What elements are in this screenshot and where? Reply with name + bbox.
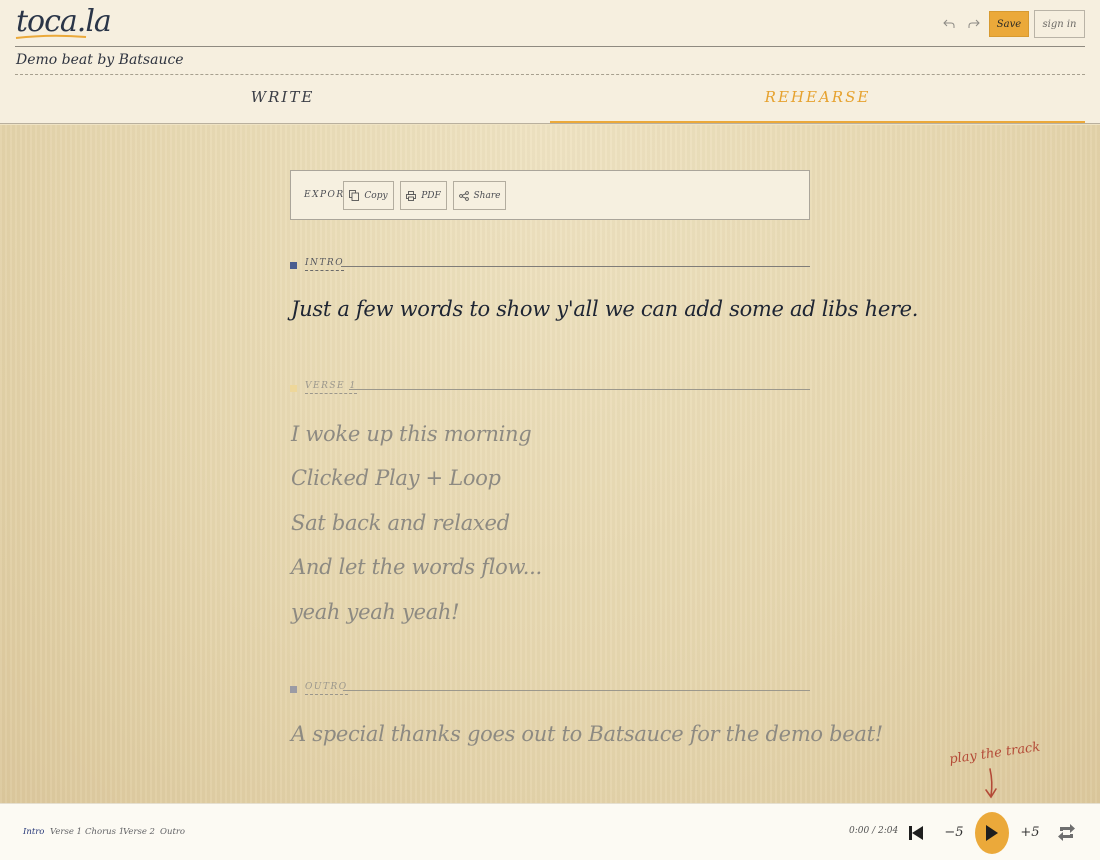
copy-icon [349,190,360,201]
lyric-line[interactable]: Sat back and relaxed [291,511,510,535]
section-rule [341,266,810,267]
play-button[interactable] [975,812,1009,854]
section-header-verse-1: VERSE 1 [290,380,810,400]
section-rule [343,690,810,691]
tab-rehearse[interactable]: REHEARSE [550,88,1085,124]
skip-to-start-icon [909,826,923,840]
undo-icon [943,19,955,28]
redo-button[interactable] [964,14,984,34]
top-bar: toca.la Save sign in Demo beat by Batsau… [0,0,1100,124]
section-color-dot [290,385,297,392]
header-divider [15,46,1085,47]
lyric-line[interactable]: A special thanks goes out to Batsauce fo… [291,722,883,746]
share-button[interactable]: Share [453,181,506,210]
section-header-outro: OUTRO [290,681,810,701]
section-nav-intro[interactable]: Intro [23,827,44,837]
lyric-line[interactable]: I woke up this morning [291,422,532,446]
lyric-line[interactable]: Just a few words to show y'all we can ad… [291,297,918,321]
tab-write[interactable]: WRITE [15,88,550,124]
section-header-intro: INTRO [290,257,810,277]
section-label-outro[interactable]: OUTRO [305,682,348,695]
section-color-dot [290,686,297,693]
hint-arrow-icon [985,768,997,799]
restart-button[interactable] [906,823,926,843]
sign-in-button[interactable]: sign in [1034,10,1085,38]
player-bar: Intro Verse 1 Chorus 1 Verse 2 Outro 0:0… [0,803,1100,860]
active-tab-indicator [550,121,1085,123]
printer-icon [406,190,417,201]
logo-underline [15,34,87,39]
section-label-intro[interactable]: INTRO [305,258,345,271]
title-divider [15,74,1085,75]
copy-button[interactable]: Copy [343,181,394,210]
section-nav-verse-2[interactable]: Verse 2 [123,827,155,837]
export-toolbar: EXPORT Copy PDF Share [290,170,810,220]
section-label-verse-1[interactable]: VERSE 1 [305,381,357,394]
time-readout: 0:00 / 2:04 [849,826,899,836]
pdf-label: PDF [421,190,441,201]
redo-icon [968,19,980,28]
section-nav-verse-1[interactable]: Verse 1 [50,827,82,837]
section-nav-chorus-1[interactable]: Chorus 1 [85,827,124,837]
pdf-button[interactable]: PDF [400,181,447,210]
lyric-line[interactable]: And let the words flow... [291,555,542,579]
lyric-line[interactable]: Clicked Play + Loop [291,466,501,490]
loop-icon [1058,824,1075,841]
section-color-dot [290,262,297,269]
loop-button[interactable] [1056,822,1077,843]
lyric-line[interactable]: yeah yeah yeah! [291,600,460,624]
back-5-button[interactable]: −5 [942,822,966,842]
copy-label: Copy [364,190,388,201]
save-button[interactable]: Save [989,11,1029,37]
song-title[interactable]: Demo beat by Batsauce [16,52,184,68]
section-rule [349,389,810,390]
section-nav-outro[interactable]: Outro [160,827,185,837]
share-label: Share [473,190,501,201]
undo-button[interactable] [939,14,959,34]
lyrics-sheet: EXPORT Copy PDF Share INTRO Just a few w… [0,125,1100,803]
play-icon [986,825,998,841]
share-icon [458,190,469,201]
forward-5-button[interactable]: +5 [1018,822,1042,842]
